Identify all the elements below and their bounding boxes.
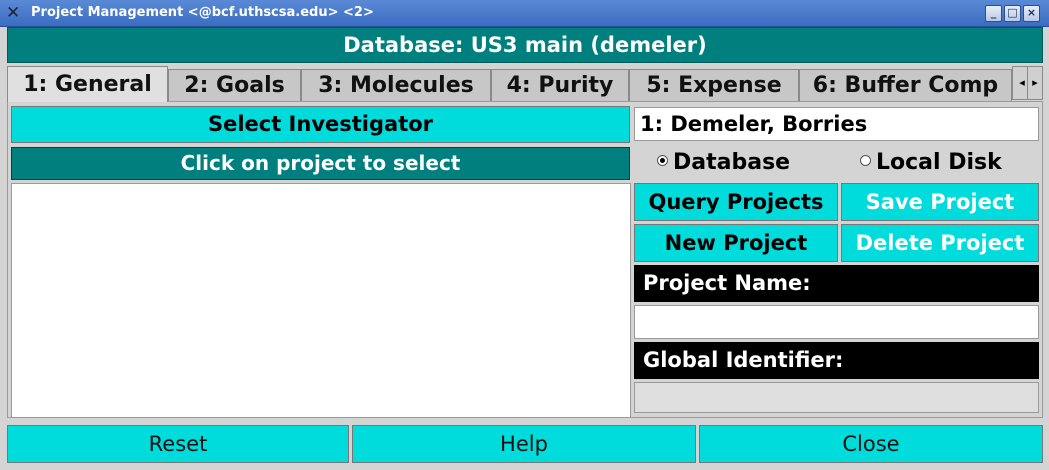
- maximize-button[interactable]: □: [1004, 5, 1021, 22]
- global-identifier-label: Global Identifier:: [634, 342, 1039, 379]
- tab-molecules[interactable]: 3: Molecules: [301, 69, 491, 101]
- click-instruction-label: Click on project to select: [11, 147, 630, 180]
- local-disk-radio[interactable]: Local Disk: [860, 150, 1002, 175]
- window-titlebar[interactable]: ✕ Project Management <@bcf.uthscsa.edu> …: [0, 0, 1049, 27]
- minimize-button[interactable]: _: [985, 5, 1002, 22]
- query-projects-button[interactable]: Query Projects: [634, 183, 838, 221]
- project-name-label: Project Name:: [634, 265, 1039, 302]
- close-button[interactable]: Close: [699, 425, 1043, 463]
- x-app-icon: ✕: [6, 3, 21, 23]
- tab-general[interactable]: 1: General: [7, 66, 168, 102]
- database-header: Database: US3 main (demeler): [7, 27, 1043, 63]
- project-list[interactable]: [11, 183, 631, 418]
- tab-buffer-comp[interactable]: 6: Buffer Comp: [799, 69, 1012, 101]
- help-button[interactable]: Help: [352, 425, 696, 463]
- window-title: Project Management <@bcf.uthscsa.edu> <2…: [31, 5, 374, 20]
- investigator-field[interactable]: 1: Demeler, Borries: [634, 107, 1039, 141]
- tab-purity[interactable]: 4: Purity: [491, 69, 629, 101]
- select-investigator-button[interactable]: Select Investigator: [11, 106, 630, 143]
- project-name-input[interactable]: [634, 305, 1039, 339]
- database-radio[interactable]: Database: [657, 150, 790, 175]
- tab-goals[interactable]: 2: Goals: [168, 69, 301, 101]
- close-window-button[interactable]: ×: [1023, 5, 1040, 22]
- local-disk-radio-label: Local Disk: [876, 150, 1002, 175]
- radio-unselected-icon: [860, 155, 871, 166]
- delete-project-button[interactable]: Delete Project: [841, 224, 1039, 262]
- new-project-button[interactable]: New Project: [634, 224, 838, 262]
- tab-expense[interactable]: 5: Expense: [629, 69, 799, 101]
- reset-button[interactable]: Reset: [7, 425, 349, 463]
- database-radio-label: Database: [673, 150, 791, 175]
- tab-scroll-right-icon[interactable]: ▸: [1027, 66, 1043, 100]
- tab-bar: 1: General 2: Goals 3: Molecules 4: Puri…: [7, 66, 1043, 102]
- radio-selected-icon: [657, 155, 668, 166]
- global-identifier-field: [634, 382, 1039, 413]
- save-project-button[interactable]: Save Project: [841, 183, 1039, 221]
